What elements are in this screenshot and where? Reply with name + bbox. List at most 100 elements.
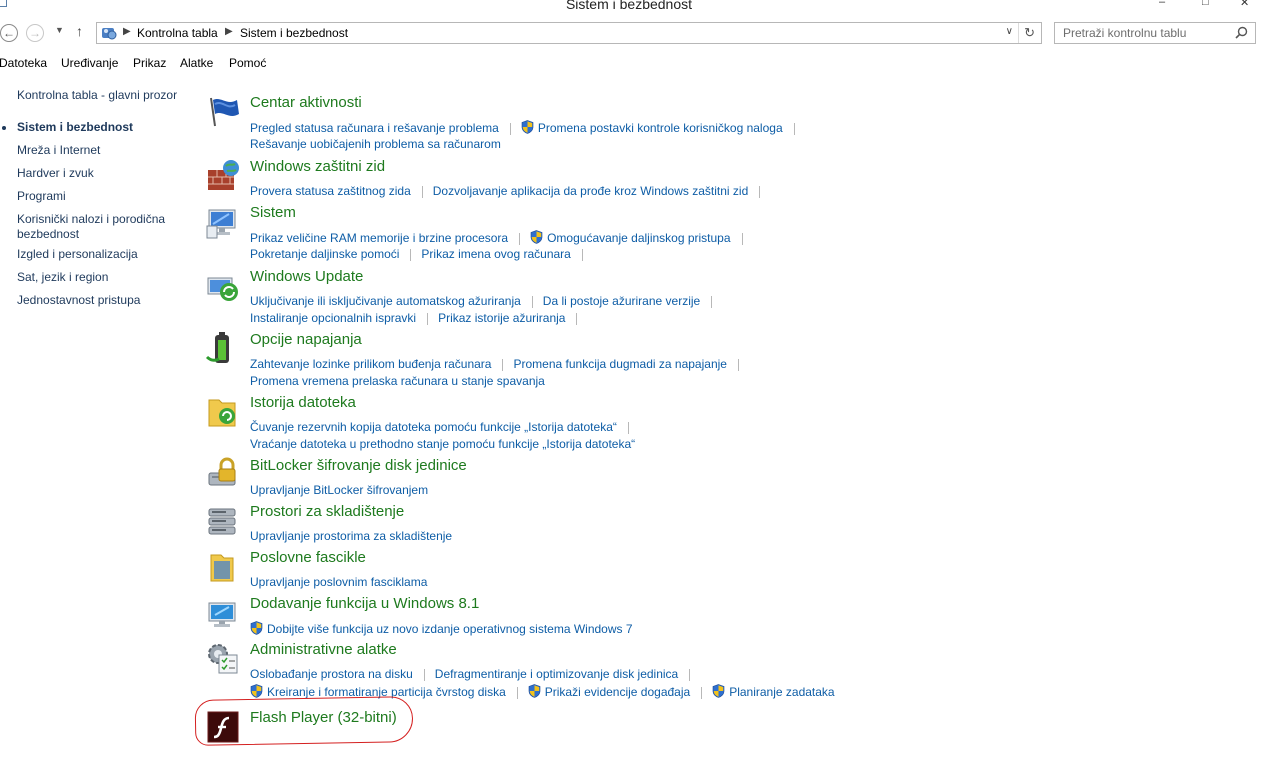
red-highlight-annotation — [194, 696, 414, 746]
title-bar: Sistem i bezbednost – □ ✕ — [0, 0, 1268, 14]
link-separator — [689, 668, 691, 681]
address-dropdown-button[interactable]: ∨ — [1006, 26, 1013, 37]
breadcrumb-separator[interactable]: ▶ — [123, 26, 131, 37]
uac-shield-icon — [250, 684, 263, 698]
storage-spaces-icon[interactable] — [205, 503, 241, 539]
control-panel-icon — [102, 28, 117, 40]
task-link[interactable]: Zahtevanje lozinke prilikom buđenja raču… — [250, 357, 491, 371]
task-link[interactable]: Instaliranje opcionalnih ispravki — [250, 311, 416, 325]
task-link[interactable]: Uključivanje ili isključivanje automatsk… — [250, 294, 521, 308]
sidebar-item-programs[interactable]: Programi — [17, 189, 187, 204]
task-link[interactable]: Planiranje zadataka — [729, 685, 834, 699]
link-separator — [531, 295, 533, 308]
search-icon[interactable] — [1235, 26, 1248, 39]
breadcrumb-system-security[interactable]: Sistem i bezbednost — [240, 26, 348, 40]
category-title[interactable]: BitLocker šifrovanje disk jedinice — [250, 457, 467, 474]
task-link[interactable]: Defragmentiranje i optimizovanje disk je… — [435, 667, 678, 681]
bitlocker-icon[interactable] — [205, 457, 241, 493]
windows-update-icon[interactable] — [205, 268, 241, 304]
task-link[interactable]: Prikaži evidencije događaja — [545, 685, 690, 699]
refresh-button[interactable]: ↻ — [1024, 25, 1035, 41]
window-title: Sistem i bezbednost — [565, 0, 693, 12]
category-title[interactable]: Sistem — [250, 204, 296, 221]
work-folders-icon[interactable] — [205, 549, 241, 585]
task-link[interactable]: Pregled statusa računara i rešavanje pro… — [250, 121, 499, 135]
task-link[interactable]: Promena postavki kontrole korisničkog na… — [538, 121, 783, 135]
search-box[interactable]: Pretraži kontrolnu tablu — [1054, 22, 1256, 44]
up-button[interactable]: ↑ — [76, 23, 83, 39]
task-link[interactable]: Dobijte više funkcija uz novo izdanje op… — [267, 622, 633, 636]
back-button[interactable]: ← — [0, 24, 18, 42]
admin-tools-icon[interactable] — [205, 641, 241, 677]
category-title[interactable]: Poslovne fascikle — [250, 549, 366, 566]
menu-file[interactable]: Datoteka — [0, 56, 47, 70]
file-history-icon[interactable] — [205, 394, 241, 430]
task-link[interactable]: Rešavanje uobičajenih problema sa računa… — [250, 137, 501, 151]
link-separator — [793, 122, 795, 135]
address-bar[interactable]: ▶ Kontrolna tabla ▶ Sistem i bezbednost … — [96, 22, 1042, 44]
task-link-row: Čuvanje rezervnih kopija datoteka pomoću… — [250, 420, 639, 434]
flag-icon[interactable] — [205, 94, 241, 130]
task-link[interactable]: Prikaz istorije ažuriranja — [438, 311, 565, 325]
uac-shield-icon — [712, 684, 725, 698]
sidebar-item-appearance[interactable]: Izgled i personalizacija — [17, 247, 187, 262]
task-link-row: Provera statusa zaštitnog zida Dozvoljava… — [250, 184, 770, 198]
breadcrumb-control-panel[interactable]: Kontrolna tabla — [137, 26, 218, 40]
category-title[interactable]: Centar aktivnosti — [250, 94, 362, 111]
link-separator — [519, 232, 521, 245]
add-features-icon[interactable] — [205, 595, 241, 631]
power-options-icon[interactable] — [205, 331, 241, 367]
task-link[interactable]: Da li postoje ažurirane verzije — [543, 294, 700, 308]
task-link[interactable]: Vraćanje datoteka u prethodno stanje pom… — [250, 437, 635, 451]
link-separator — [759, 185, 761, 198]
task-link-row: Prikaz veličine RAM memorije i brzine pr… — [250, 230, 753, 245]
task-link-row: Upravljanje poslovnim fasciklama — [250, 575, 427, 589]
category-title[interactable]: Windows Update — [250, 268, 363, 285]
task-link[interactable]: Promena funkcija dugmadi za napajanje — [513, 357, 726, 371]
system-icon[interactable] — [205, 204, 241, 240]
firewall-icon[interactable] — [205, 158, 241, 194]
task-link[interactable]: Upravljanje prostorima za skladištenje — [250, 529, 452, 543]
task-link[interactable]: Prikaz veličine RAM memorije i brzine pr… — [250, 231, 508, 245]
menu-tools[interactable]: Alatke — [180, 56, 213, 70]
sidebar-item-hardware-sound[interactable]: Hardver i zvuk — [17, 166, 187, 181]
menu-view[interactable]: Prikaz — [133, 56, 166, 70]
divider — [1018, 23, 1019, 43]
breadcrumb-separator[interactable]: ▶ — [225, 26, 233, 37]
task-link[interactable]: Provera statusa zaštitnog zida — [250, 184, 411, 198]
sidebar-item-ease-of-access[interactable]: Jednostavnost pristupa — [17, 293, 187, 308]
task-link-row: Pregled statusa računara i rešavanje pro… — [250, 120, 805, 135]
search-input[interactable]: Pretraži kontrolnu tablu — [1063, 26, 1186, 40]
menu-edit[interactable]: Uređivanje — [61, 56, 118, 70]
forward-button[interactable]: → — [26, 24, 44, 42]
task-link[interactable]: Upravljanje BitLocker šifrovanjem — [250, 483, 428, 497]
sidebar-item-user-accounts[interactable]: Korisnički nalozi i porodična bezbednost — [17, 212, 177, 242]
category-title[interactable]: Windows zaštitni zid — [250, 158, 385, 175]
task-link[interactable]: Čuvanje rezervnih kopija datoteka pomoću… — [250, 420, 617, 434]
minimize-button[interactable]: – — [1159, 0, 1165, 8]
task-link[interactable]: Promena vremena prelaska računara u stan… — [250, 374, 545, 388]
task-link-row: Oslobađanje prostora na disku Defragmenti… — [250, 667, 700, 681]
task-link[interactable]: Upravljanje poslovnim fasciklama — [250, 575, 427, 589]
link-separator — [711, 295, 713, 308]
recent-locations-button[interactable]: ▼ — [55, 25, 64, 35]
task-link[interactable]: Prikaz imena ovog računara — [421, 247, 570, 261]
sidebar-item-clock-language[interactable]: Sat, jezik i region — [17, 270, 187, 285]
close-button[interactable]: ✕ — [1240, 0, 1249, 9]
sidebar-item-system-security[interactable]: Sistem i bezbednost — [17, 120, 187, 135]
task-link[interactable]: Dozvoljavanje aplikacija da prođe kroz W… — [433, 184, 748, 198]
category-title[interactable]: Administrativne alatke — [250, 641, 397, 658]
category-title[interactable]: Prostori za skladištenje — [250, 503, 404, 520]
task-link[interactable]: Oslobađanje prostora na disku — [250, 667, 413, 681]
category-title[interactable]: Opcije napajanja — [250, 331, 362, 348]
task-link[interactable]: Pokretanje daljinske pomoći — [250, 247, 399, 261]
link-separator — [516, 686, 518, 699]
maximize-button[interactable]: □ — [1202, 0, 1209, 8]
link-separator — [737, 358, 739, 371]
task-link[interactable]: Omogućavanje daljinskog pristupa — [547, 231, 730, 245]
sidebar-home-link[interactable]: Kontrolna tabla - glavni prozor — [17, 88, 187, 103]
sidebar-item-network-internet[interactable]: Mreža i Internet — [17, 143, 187, 158]
category-title[interactable]: Istorija datoteka — [250, 394, 356, 411]
menu-help[interactable]: Pomoć — [229, 56, 266, 70]
category-title[interactable]: Dodavanje funkcija u Windows 8.1 — [250, 595, 479, 612]
